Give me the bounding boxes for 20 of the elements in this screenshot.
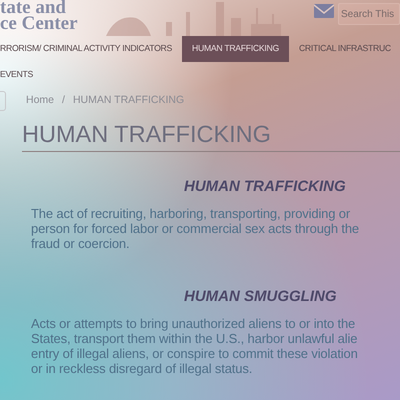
sidebar-toggle[interactable] [0,91,6,111]
nav-link[interactable]: EVENTS [0,62,43,88]
search-field[interactable]: Search This [338,3,400,25]
paragraph-line: person for forced labor or commercial sex acts through the [31,221,360,236]
paragraph-line: Acts or attempts to bring unauthorized aliens to or into the [31,316,356,331]
breadcrumb-current: HUMAN TRAFFICKING [72,93,184,108]
page-title: HUMAN TRAFFICKING [22,120,400,152]
paragraph-line: fraud or coercion. [31,236,130,251]
paragraph-line: The act of recruiting, harboring, transporting, providing or [31,206,352,221]
nav-link[interactable]: CRITICAL INFRASTRUC [288,36,400,62]
nav-link[interactable]: RRORISM/ CRIMINAL ACTIVITY INDICATORS [0,36,182,62]
section-heading: HUMAN TRAFFICKING [183,178,347,196]
breadcrumb-separator: / [62,93,65,108]
site-name[interactable]: tate and ce Center [0,0,78,32]
paragraph-line: or in reckless disregard of illegal status. [31,361,254,376]
mail-icon[interactable] [314,3,334,19]
paragraph-line: entry of illegal aliens, or conspire to commit these violation [31,346,359,361]
section-heading: HUMAN SMUGGLING [183,288,338,306]
paragraph-line: States, transport them within the U.S., harbor unlawful alie [31,331,358,346]
nav-link[interactable]: HUMAN TRAFFICKING [182,36,289,62]
